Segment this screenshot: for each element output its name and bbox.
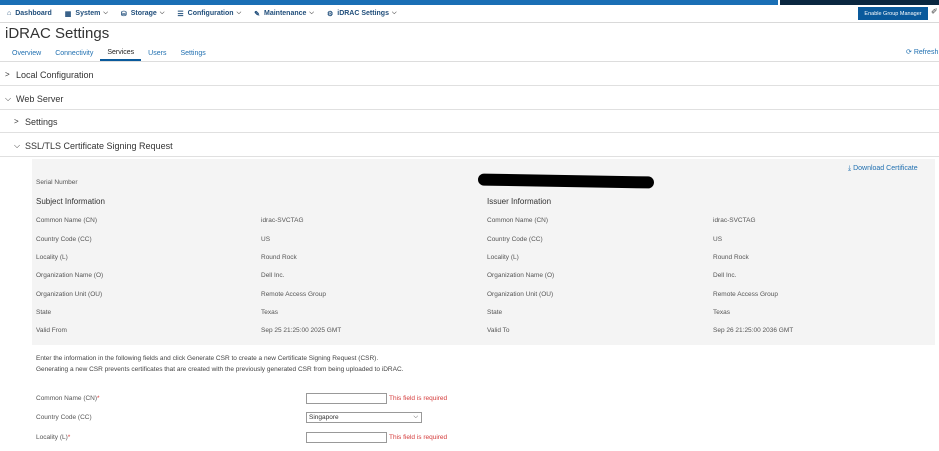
issuer-field-label: Common Name (CN) — [487, 217, 549, 224]
tab-users[interactable]: Users — [141, 46, 173, 61]
nav-idrac-settings[interactable]: ⚙ iDRAC Settings ⌵ — [320, 5, 403, 23]
csr-instructions-line1: Enter the information in the following f… — [36, 355, 379, 362]
issuer-field-label: Organization Unit (OU) — [487, 291, 554, 298]
issuer-information-header: Issuer Information — [487, 197, 552, 206]
chevron-down-icon: ⌵ — [236, 10, 242, 16]
section-ssl-csr[interactable]: ⌵ SSL/TLS Certificate Signing Request — [0, 135, 939, 157]
nav-maintenance[interactable]: ✎ Maintenance ⌵ — [247, 5, 320, 23]
wrench-icon: ✎ — [254, 10, 260, 18]
subject-field-value: Sep 25 21:25:00 2025 GMT — [261, 327, 342, 334]
locality-error: This field is required — [389, 434, 448, 441]
home-icon: ⌂ — [7, 10, 12, 17]
tab-overview[interactable]: Overview — [5, 46, 48, 61]
issuer-field-value: Round Rock — [713, 254, 749, 261]
common-name-label: Common Name (CN)* — [36, 395, 100, 402]
subject-field-label: Locality (L) — [36, 254, 68, 261]
issuer-field-label: Country Code (CC) — [487, 236, 543, 243]
chevron-down-icon: ⌵ — [5, 93, 12, 103]
tabs-divider — [0, 61, 939, 62]
issuer-field-label: State — [487, 309, 503, 316]
subject-field-value: Remote Access Group — [261, 291, 327, 298]
nav-configuration[interactable]: ☰ Configuration ⌵ — [170, 5, 247, 23]
subject-information-header: Subject Information — [36, 197, 105, 206]
issuer-field-value: idrac-SVCTAG — [713, 217, 756, 224]
locality-label: Locality (L)* — [36, 434, 71, 441]
issuer-field-label: Valid To — [487, 327, 510, 334]
chevron-down-icon: ⌵ — [103, 10, 108, 16]
tab-bar: Overview Connectivity Services Users Set… — [5, 46, 213, 61]
issuer-field-value: Remote Access Group — [713, 291, 779, 298]
sliders-icon: ☰ — [177, 10, 184, 18]
subject-field-label: Organization Unit (OU) — [36, 291, 103, 298]
tab-connectivity[interactable]: Connectivity — [48, 46, 100, 61]
issuer-field-value: Dell Inc. — [713, 272, 737, 279]
nav-dashboard[interactable]: ⌂ Dashboard — [0, 5, 58, 23]
storage-icon: ⛁ — [120, 10, 127, 18]
subject-field-value: Round Rock — [261, 254, 297, 261]
issuer-field-value: US — [713, 236, 723, 243]
chevron-down-icon: ⌵ — [391, 10, 397, 16]
issuer-field-value: Texas — [713, 309, 730, 316]
serial-number-label: Serial Number — [36, 179, 78, 186]
subject-field-label: Organization Name (O) — [36, 272, 104, 279]
required-marker: * — [67, 434, 71, 441]
refresh-icon: ⟳ — [906, 49, 912, 56]
enable-group-manager-button[interactable]: Enable Group Manager — [858, 7, 928, 20]
section-web-server[interactable]: ⌵ Web Server — [0, 88, 939, 110]
subject-field-value: Dell Inc. — [261, 272, 285, 279]
grid-icon: ▦ — [64, 10, 72, 18]
nav-storage[interactable]: ⛁ Storage ⌵ — [114, 5, 171, 23]
main-nav: ⌂ Dashboard ▦ System ⌵ ⛁ Storage ⌵ ☰ Configura… — [0, 5, 939, 23]
chevron-right-icon: > — [14, 117, 19, 126]
csr-instructions-line2: Generating a new CSR prevents certificat… — [36, 366, 404, 373]
chevron-right-icon: > — [5, 70, 10, 79]
common-name-input[interactable] — [306, 393, 387, 404]
issuer-field-label: Organization Name (O) — [487, 272, 555, 279]
refresh-button[interactable]: ⟳ Refresh — [906, 48, 938, 56]
subject-field-label: Common Name (CN) — [36, 217, 98, 224]
required-marker: * — [97, 395, 100, 402]
download-icon: ⤓ — [848, 165, 852, 172]
subject-field-value: idrac-SVCTAG — [261, 217, 304, 224]
subject-field-label: Country Code (CC) — [36, 236, 92, 243]
page-title: iDRAC Settings — [5, 25, 110, 42]
download-certificate-link[interactable]: ⤓ Download Certificate — [848, 165, 918, 173]
tab-settings[interactable]: Settings — [173, 46, 212, 61]
issuer-field-label: Locality (L) — [487, 254, 519, 261]
certificate-panel — [32, 159, 935, 345]
chevron-down-icon: ⌵ — [309, 10, 314, 16]
subject-field-value: US — [261, 236, 271, 243]
subject-field-label: State — [36, 309, 52, 316]
chevron-down-icon: ⌵ — [413, 414, 418, 420]
section-local-configuration[interactable]: > Local Configuration — [0, 64, 939, 86]
chevron-down-icon: ⌵ — [14, 140, 21, 150]
pin-icon[interactable]: ✐ — [931, 7, 938, 16]
section-settings[interactable]: > Settings — [0, 111, 939, 133]
country-code-select[interactable]: Singapore ⌵ — [306, 412, 422, 423]
gear-icon: ⚙ — [326, 10, 334, 18]
issuer-field-value: Sep 26 21:25:00 2036 GMT — [713, 327, 794, 334]
chevron-down-icon: ⌵ — [159, 10, 165, 16]
subject-field-value: Texas — [261, 309, 278, 316]
country-code-label: Country Code (CC) — [36, 414, 92, 421]
tab-services[interactable]: Services — [100, 46, 142, 61]
common-name-error: This field is required — [389, 395, 448, 402]
locality-input[interactable] — [306, 432, 387, 443]
subject-field-label: Valid From — [36, 327, 67, 334]
nav-system[interactable]: ▦ System ⌵ — [58, 5, 114, 23]
